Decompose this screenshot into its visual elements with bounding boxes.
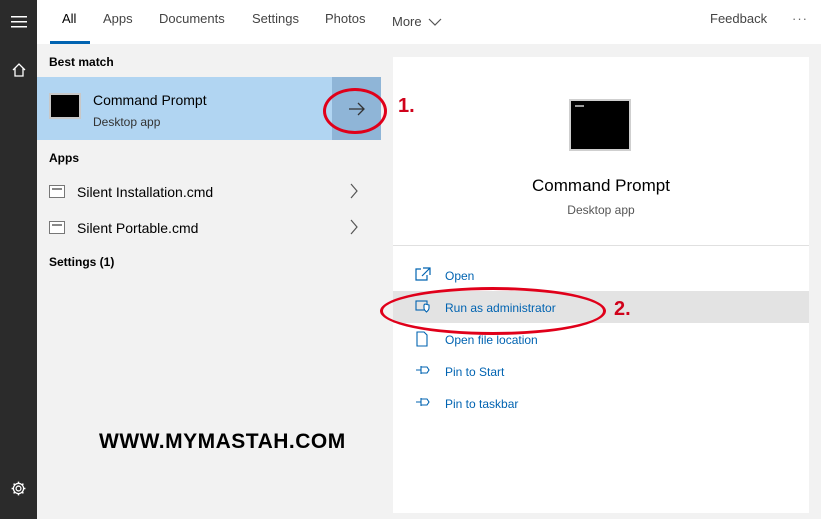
divider	[393, 245, 809, 246]
command-prompt-large-icon	[569, 99, 631, 151]
action-pin-to-start-label: Pin to Start	[445, 365, 505, 379]
annotation-step-2: 2.	[614, 298, 631, 320]
action-open[interactable]: Open	[393, 259, 809, 291]
hamburger-icon	[10, 15, 27, 27]
annotation-circle-arrow	[323, 88, 387, 134]
action-pin-to-taskbar[interactable]: Pin to taskbar	[393, 387, 809, 419]
details-title: Command Prompt	[532, 176, 670, 195]
tab-settings[interactable]: Settings	[252, 0, 299, 44]
tab-documents[interactable]: Documents	[159, 0, 225, 44]
search-filter-tabs: All Apps Documents Settings Photos More …	[37, 0, 821, 44]
pin-icon	[416, 398, 430, 406]
tab-apps[interactable]: Apps	[103, 0, 133, 44]
list-item-label: Silent Portable.cmd	[77, 220, 199, 236]
tab-more[interactable]: More	[392, 0, 442, 44]
settings-button[interactable]	[0, 470, 37, 507]
details-pane: Command Prompt Desktop app Open Run as a…	[393, 57, 809, 513]
pin-icon	[416, 366, 430, 374]
best-match-title: Command Prompt	[93, 92, 207, 108]
gear-icon	[11, 481, 26, 496]
home-button[interactable]	[0, 51, 37, 88]
annotation-circle-run-as-admin	[380, 287, 606, 335]
chevron-right-icon[interactable]	[349, 183, 359, 199]
left-rail	[0, 0, 37, 519]
best-match-heading: Best match	[49, 55, 114, 69]
cmd-file-icon	[49, 221, 65, 234]
file-location-icon	[416, 331, 428, 347]
action-pin-to-start[interactable]: Pin to Start	[393, 355, 809, 387]
command-prompt-icon	[49, 93, 81, 119]
list-item-label: Silent Installation.cmd	[77, 184, 214, 200]
settings-heading[interactable]: Settings (1)	[49, 255, 114, 269]
tab-photos[interactable]: Photos	[325, 0, 365, 44]
best-match-subtitle: Desktop app	[93, 115, 161, 129]
cmd-file-icon	[49, 185, 65, 198]
home-icon	[12, 62, 25, 77]
action-open-label: Open	[445, 269, 475, 283]
overflow-menu-button[interactable]: ···	[792, 0, 808, 44]
tab-all[interactable]: All	[62, 0, 76, 44]
feedback-link[interactable]: Feedback	[710, 0, 767, 44]
action-pin-to-taskbar-label: Pin to taskbar	[445, 397, 519, 411]
annotation-step-1: 1.	[398, 95, 415, 117]
details-subtitle: Desktop app	[567, 203, 635, 217]
apps-heading: Apps	[49, 151, 79, 165]
list-item[interactable]: Silent Installation.cmd	[37, 174, 381, 210]
tab-more-label: More	[392, 14, 422, 29]
chevron-down-icon	[428, 18, 442, 26]
action-open-file-location-label: Open file location	[445, 333, 538, 347]
list-item[interactable]: Silent Portable.cmd	[37, 210, 381, 246]
open-icon	[415, 267, 431, 281]
chevron-right-icon[interactable]	[349, 219, 359, 235]
hamburger-menu-button[interactable]	[0, 3, 37, 40]
watermark-text: WWW.MYMASTAH.COM	[99, 430, 346, 453]
